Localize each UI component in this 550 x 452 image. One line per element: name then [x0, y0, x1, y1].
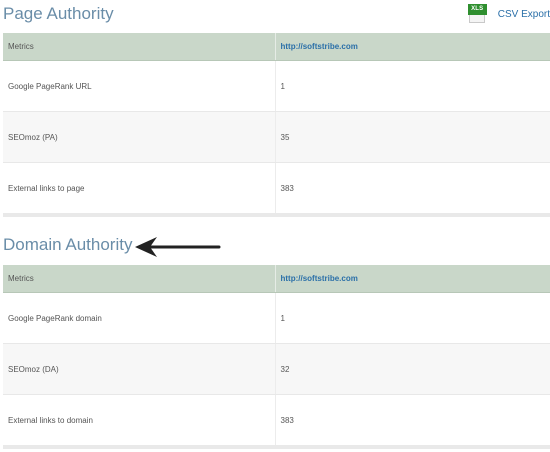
metric-value: 1: [274, 60, 550, 112]
domain-authority-table: Metrics http://softstribe.com Google Pag…: [3, 265, 550, 449]
page-authority-title: Page Authority: [3, 4, 114, 23]
metric-value: 32: [274, 343, 550, 395]
table-row: SEOmoz (DA) 32: [3, 343, 550, 395]
arrow-left-icon: [135, 237, 221, 257]
metric-name: External links to domain: [3, 394, 275, 449]
metrics-column-header: Metrics: [3, 265, 275, 293]
xls-file-icon: XLS: [467, 4, 487, 24]
metric-name: SEOmoz (PA): [3, 111, 275, 163]
url-column-header[interactable]: http://softstribe.com: [274, 33, 550, 61]
metric-name: Google PageRank domain: [3, 292, 275, 344]
metric-name: External links to page: [3, 162, 275, 217]
table-row: Google PageRank domain 1: [3, 292, 550, 344]
metric-name: Google PageRank URL: [3, 60, 275, 112]
table-row: Google PageRank URL 1: [3, 60, 550, 112]
metric-value: 1: [274, 292, 550, 344]
table-row: External links to page 383: [3, 162, 550, 217]
table-row: External links to domain 383: [3, 394, 550, 449]
csv-export-button[interactable]: XLS CSV Export: [467, 3, 550, 25]
metric-value: 383: [274, 394, 550, 449]
metric-value: 383: [274, 162, 550, 217]
table-header-row: Metrics http://softstribe.com: [3, 33, 550, 61]
metrics-column-header: Metrics: [3, 33, 275, 61]
metric-name: SEOmoz (DA): [3, 343, 275, 395]
table-row: SEOmoz (PA) 35: [3, 111, 550, 163]
url-column-header[interactable]: http://softstribe.com: [274, 265, 550, 293]
page-authority-table: Metrics http://softstribe.com Google Pag…: [3, 33, 550, 217]
metric-value: 35: [274, 111, 550, 163]
domain-authority-title: Domain Authority: [3, 235, 133, 254]
table-header-row: Metrics http://softstribe.com: [3, 265, 550, 293]
csv-export-label: CSV Export: [497, 8, 550, 20]
